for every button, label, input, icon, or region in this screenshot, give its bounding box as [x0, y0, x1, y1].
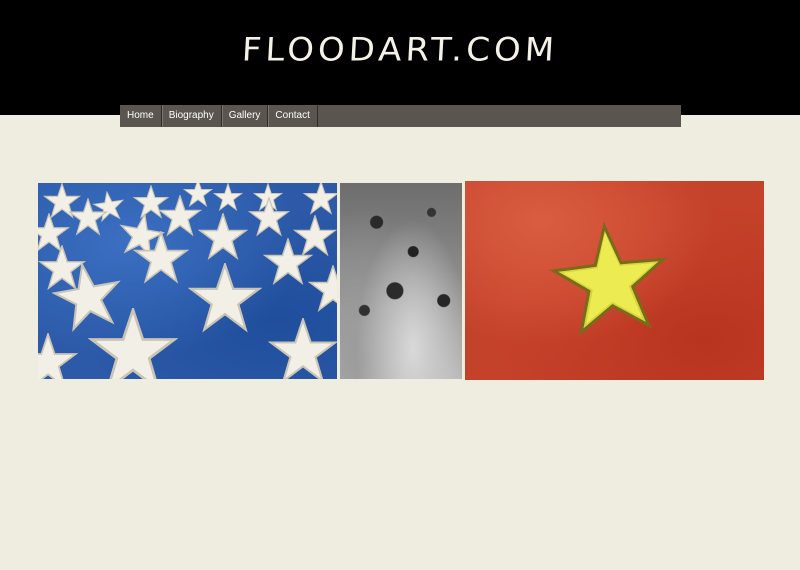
site-header: FLOODART.COM: [0, 0, 800, 115]
main-navigation: Home Biography Gallery Contact: [120, 105, 681, 127]
nav-item-contact[interactable]: Contact: [268, 105, 318, 127]
photo-grey-texture[interactable]: [340, 183, 462, 379]
yellow-star-image: [549, 221, 668, 337]
nav-item-home[interactable]: Home: [120, 105, 162, 127]
nav-item-biography[interactable]: Biography: [161, 105, 222, 127]
site-logo[interactable]: FLOODART.COM: [0, 31, 800, 69]
nav-item-gallery[interactable]: Gallery: [221, 105, 269, 127]
photo-stars-on-blue[interactable]: [38, 183, 337, 379]
photo-yellow-star-on-red[interactable]: [465, 181, 764, 380]
stars-on-blue-image: [38, 183, 337, 379]
